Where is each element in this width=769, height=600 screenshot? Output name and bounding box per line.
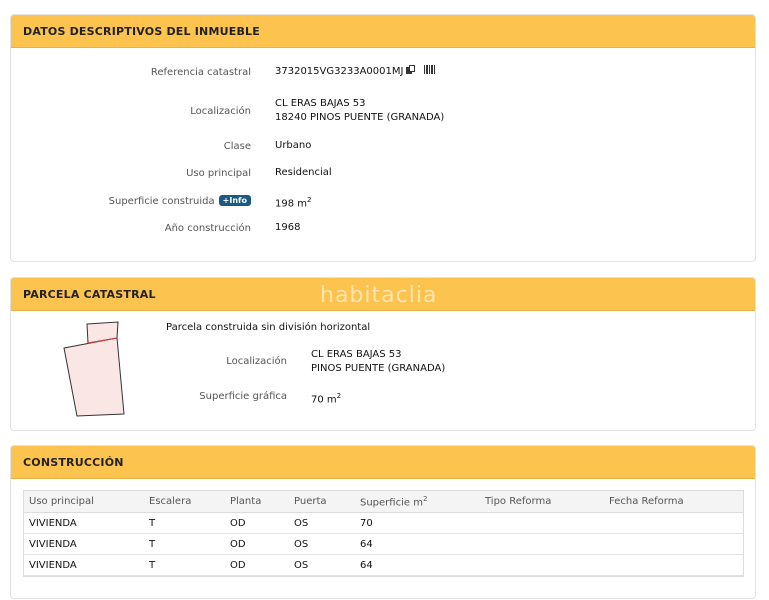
localizacion-value: CL ERAS BAJAS 53 18240 PINOS PUENTE (GRA…	[275, 97, 444, 125]
localizacion-line1: CL ERAS BAJAS 53	[275, 98, 366, 109]
cell-tipo-reforma	[480, 554, 604, 576]
cell-puerta: OS	[289, 533, 355, 555]
referencia-label: Referencia catastral	[150, 67, 251, 78]
datos-descriptivos-panel: DATOS DESCRIPTIVOS DEL INMUEBLE Referenc…	[10, 14, 756, 262]
table-row: VIVIENDA T OD OS 70	[24, 512, 743, 534]
cell-planta: OD	[225, 554, 289, 576]
parcel-map-image	[63, 321, 125, 417]
cell-tipo-reforma	[480, 512, 604, 534]
panel-title: CONSTRUCCIÓN	[11, 446, 755, 479]
cell-uso: VIVIENDA	[24, 533, 144, 555]
parcel-shape-lower	[63, 337, 125, 417]
header-fecha-reforma: Fecha Reforma	[604, 491, 743, 513]
superficie-grafica-value: 70 m	[311, 394, 337, 406]
uso-principal-label: Uso principal	[186, 168, 251, 179]
construccion-table: Uso principal Escalera Planta Puerta Sup…	[24, 491, 743, 576]
uso-principal-value: Residencial	[275, 167, 332, 178]
localizacion-line2: 18240 PINOS PUENTE (GRANADA)	[275, 112, 445, 123]
header-tipo-reforma: Tipo Reforma	[480, 491, 604, 513]
header-planta: Planta	[225, 491, 289, 513]
parcela-tipo: Parcela construida sin división horizont…	[166, 322, 371, 333]
superficie-construida-label: Superficie construida	[108, 196, 215, 207]
cell-fecha-reforma	[604, 554, 743, 576]
superficie-construida-value-row: 198 m2	[275, 193, 311, 211]
header-puerta: Puerta	[289, 491, 355, 513]
localizacion-label: Localización	[190, 106, 251, 117]
anio-construccion-value: 1968	[275, 222, 301, 233]
cell-puerta: OS	[289, 554, 355, 576]
cell-superficie: 64	[355, 533, 480, 555]
parcela-localizacion-line2: PINOS PUENTE (GRANADA)	[311, 363, 446, 374]
info-button[interactable]: +Info	[218, 195, 251, 206]
table-header-row: Uso principal Escalera Planta Puerta Sup…	[24, 491, 743, 513]
panel-title: DATOS DESCRIPTIVOS DEL INMUEBLE	[11, 15, 755, 48]
unit-exponent: 2	[336, 392, 342, 400]
table-row: VIVIENDA T OD OS 64	[24, 533, 743, 555]
header-superficie: Superficie m2	[355, 491, 480, 513]
cell-tipo-reforma	[480, 533, 604, 555]
header-escalera: Escalera	[144, 491, 225, 513]
cell-planta: OD	[225, 512, 289, 534]
referencia-value-row: 3732015VG3233A0001MJ	[275, 65, 437, 79]
construccion-panel: CONSTRUCCIÓN Uso principal Escalera Plan…	[10, 445, 756, 599]
header-uso-principal: Uso principal	[24, 491, 144, 513]
cell-planta: OD	[225, 533, 289, 555]
clase-label: Clase	[223, 141, 251, 152]
superficie-construida-label-row: Superficie construida +Info	[11, 195, 251, 207]
cell-escalera: T	[144, 533, 225, 555]
construccion-table-wrapper: Uso principal Escalera Planta Puerta Sup…	[23, 490, 744, 577]
header-superficie-label: Superficie m	[360, 497, 423, 509]
parcela-localizacion-value: CL ERAS BAJAS 53 PINOS PUENTE (GRANADA)	[311, 348, 445, 376]
parcela-localizacion-label: Localización	[226, 356, 287, 367]
superficie-grafica-label: Superficie gráfica	[199, 391, 287, 402]
parcela-catastral-panel: PARCELA CATASTRAL Parcela construida sin…	[10, 277, 756, 431]
cell-fecha-reforma	[604, 512, 743, 534]
clase-value: Urbano	[275, 140, 312, 151]
cell-uso: VIVIENDA	[24, 512, 144, 534]
panel-title: PARCELA CATASTRAL	[11, 278, 755, 311]
superficie-construida-value: 198 m	[275, 198, 308, 210]
copy-icon[interactable]	[406, 65, 416, 75]
cell-fecha-reforma	[604, 533, 743, 555]
cell-escalera: T	[144, 554, 225, 576]
cell-puerta: OS	[289, 512, 355, 534]
cell-uso: VIVIENDA	[24, 554, 144, 576]
unit-exponent: 2	[422, 494, 428, 503]
cell-escalera: T	[144, 512, 225, 534]
cell-superficie: 70	[355, 512, 480, 534]
anio-construccion-label: Año construcción	[164, 223, 251, 234]
parcela-localizacion-line1: CL ERAS BAJAS 53	[311, 349, 402, 360]
table-row: VIVIENDA T OD OS 64	[24, 554, 743, 576]
unit-exponent: 2	[307, 196, 312, 204]
referencia-value: 3732015VG3233A0001MJ	[275, 66, 404, 77]
barcode-icon[interactable]	[424, 65, 437, 74]
cell-superficie: 64	[355, 554, 480, 576]
superficie-grafica-value-row: 70 m2	[311, 389, 341, 407]
